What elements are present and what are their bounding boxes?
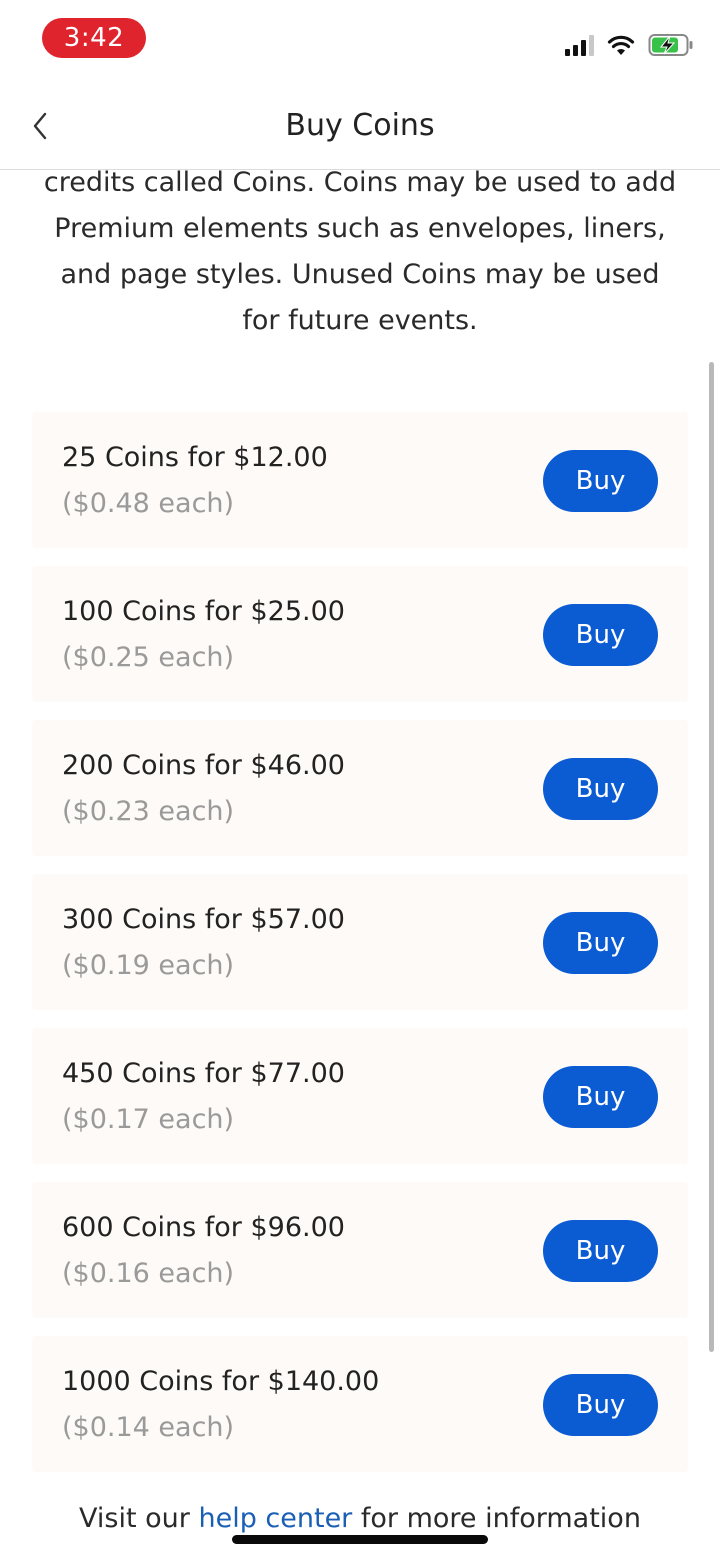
status-time: 3:42 [42,18,146,58]
buy-coins-screen: 3:42 Buy Coins credits called Coins. Coi… [0,0,720,1560]
scrollbar[interactable] [709,362,714,1352]
package-unit-price: ($0.48 each) [62,488,235,519]
package-unit-price: ($0.16 each) [62,1258,235,1289]
package-title: 1000 Coins for $140.00 [62,1366,380,1397]
buy-button[interactable]: Buy [543,1374,658,1436]
package-unit-price: ($0.19 each) [62,950,235,981]
package-title: 600 Coins for $96.00 [62,1212,345,1243]
footer-prefix: Visit our [79,1503,199,1534]
navigation-bar: Buy Coins [0,80,720,170]
description-line: and page styles. Unused Coins may be use… [60,259,660,290]
coin-package-card: 200 Coins for $46.00 ($0.23 each) Buy [32,720,688,856]
coin-package-card: 600 Coins for $96.00 ($0.16 each) Buy [32,1182,688,1318]
package-unit-price: ($0.25 each) [62,642,235,673]
package-unit-price: ($0.14 each) [62,1412,235,1443]
coin-package-list: 25 Coins for $12.00 ($0.48 each) Buy 100… [32,412,688,1490]
status-icons [565,30,694,60]
cellular-signal-icon [565,34,594,56]
buy-button[interactable]: Buy [543,1066,658,1128]
page-title: Buy Coins [285,108,435,143]
package-title: 450 Coins for $77.00 [62,1058,345,1089]
buy-button[interactable]: Buy [543,758,658,820]
description-line: Premium elements such as envelopes, line… [54,213,666,244]
home-indicator[interactable] [232,1535,488,1544]
package-title: 300 Coins for $57.00 [62,904,345,935]
package-title: 200 Coins for $46.00 [62,750,345,781]
package-title: 25 Coins for $12.00 [62,442,328,473]
package-title: 100 Coins for $25.00 [62,596,345,627]
buy-button[interactable]: Buy [543,604,658,666]
buy-button[interactable]: Buy [543,1220,658,1282]
description-line: for future events. [242,305,478,336]
coins-description: credits called Coins. Coins may be used … [24,160,696,344]
package-unit-price: ($0.23 each) [62,796,235,827]
package-unit-price: ($0.17 each) [62,1104,235,1135]
buy-button[interactable]: Buy [543,450,658,512]
help-center-link[interactable]: help center [198,1503,352,1534]
coin-package-card: 100 Coins for $25.00 ($0.25 each) Buy [32,566,688,702]
coin-package-card: 1000 Coins for $140.00 ($0.14 each) Buy [32,1336,688,1472]
footer-suffix: for more information [352,1503,641,1534]
coin-package-card: 450 Coins for $77.00 ($0.17 each) Buy [32,1028,688,1164]
coin-package-card: 300 Coins for $57.00 ($0.19 each) Buy [32,874,688,1010]
coin-package-card: 25 Coins for $12.00 ($0.48 each) Buy [32,412,688,548]
buy-button[interactable]: Buy [543,912,658,974]
status-bar: 3:42 [0,0,720,80]
wifi-icon [607,35,635,55]
battery-charging-icon [648,34,693,56]
